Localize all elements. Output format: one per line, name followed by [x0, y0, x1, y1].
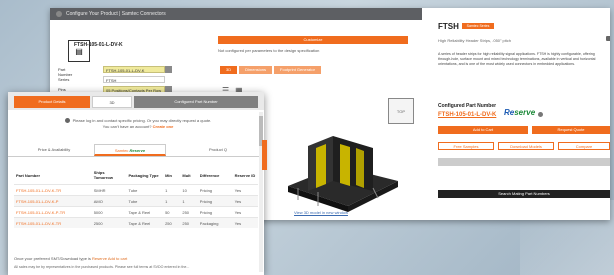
tab-product-details[interactable]: Product Details	[14, 96, 90, 108]
pricing-notice: Please log in and contact specific prici…	[28, 118, 248, 130]
config-note: Not configured per parameters to the des…	[218, 48, 320, 53]
filler-bar	[438, 158, 610, 166]
tab-samtec-reserve[interactable]: Samtec Reserve	[94, 144, 166, 156]
window-titlebar: Configure Your Product | Samtec Connecto…	[50, 8, 422, 20]
table-row[interactable]: FTSH-105-01-L-DV-K-P-TR 5000 Tape & Reel 50…	[14, 206, 258, 218]
table-row[interactable]: FTSH-105-01-L-DV-K-TR 2500 Tape & Reel 250 2…	[14, 217, 258, 228]
reserve-footnote: Once your preferred SMT/Download type is…	[14, 256, 128, 261]
config-value: FTSH-105-01-L-DV-K	[103, 66, 165, 73]
reserve-table: Part Number Ships Tomorrow Packaging Typ…	[14, 166, 258, 228]
table-row[interactable]: FTSH-105-01-L-DV-K-P AMO Tube 1 1 Pricing Yes	[14, 195, 258, 207]
share-icon[interactable]	[606, 36, 610, 41]
configured-label: Configured Part Number	[438, 103, 497, 109]
free-samples-button[interactable]: Free Samples	[438, 142, 494, 150]
tab-3d[interactable]: 3D	[220, 66, 238, 74]
col-header: Mult	[182, 172, 191, 178]
search-mating-button[interactable]: Search Mating Part Numbers	[438, 190, 610, 198]
info-icon[interactable]	[538, 112, 543, 117]
part-number-heading: FTSH-105-01-L-DV-K	[74, 42, 123, 48]
chevron-down-icon	[165, 66, 172, 73]
tab-3d[interactable]: 3D	[92, 96, 132, 108]
tab-footprint[interactable]: Footprint Generator	[274, 66, 321, 74]
tab-dimensions[interactable]: Dimensions	[239, 66, 273, 74]
customize-button[interactable]: Customize	[218, 36, 408, 44]
config-value: FTSH	[103, 76, 165, 83]
add-to-cart-button[interactable]: Add to Cart	[438, 126, 528, 134]
col-header: Packaging Type	[128, 172, 159, 178]
tab-configured-part[interactable]: Configured Part Number	[134, 96, 258, 108]
info-icon	[64, 118, 70, 124]
series-badge: Samtec Series	[462, 23, 494, 29]
request-quote-button[interactable]: Request Quote	[532, 126, 610, 134]
subtabs: Price & Availability Samtec Reserve Prod…	[8, 142, 264, 157]
col-header: Reserve ID	[234, 172, 256, 178]
col-header: Difference	[199, 172, 220, 178]
terms-footnote: All sales may be by representatives in t…	[14, 265, 190, 269]
download-models-button[interactable]: Download Models	[498, 142, 554, 150]
product-title: FTSH	[438, 22, 459, 31]
col-header: Min	[165, 172, 172, 178]
feedback-tab[interactable]	[262, 140, 267, 170]
viewer-tabs: 3D Dimensions Footprint Generator	[220, 66, 321, 74]
product-subtitle: High Reliability Header Strips, .050" pi…	[438, 38, 512, 43]
configured-part-number[interactable]: FTSH-105-01-L-DV-K	[438, 112, 496, 118]
scrollbar[interactable]	[259, 112, 263, 272]
table-header-row: Part Number Ships Tomorrow Packaging Typ…	[14, 166, 258, 185]
tab-price-availability[interactable]: Price & Availability	[22, 144, 86, 156]
create-account-link[interactable]: Create one	[153, 124, 174, 129]
close-icon[interactable]	[56, 10, 62, 17]
samtec-reserve-logo: Reserve	[504, 108, 536, 117]
compare-button[interactable]: Compare	[558, 142, 610, 150]
view-cube[interactable]: TOP	[388, 98, 414, 124]
window-tabs: Product Details 3D Configured Part Numbe…	[8, 92, 264, 110]
product-description: A series of header strips for high relia…	[438, 52, 596, 66]
share-icons	[606, 36, 610, 41]
add-to-cart-link[interactable]: Add to cart	[108, 256, 127, 261]
tab-product-q[interactable]: Product Q	[188, 144, 248, 156]
connector-3d-model[interactable]	[278, 126, 408, 216]
table-row[interactable]: FTSH-105-01-L-DV-K-TR SMHR Tube 1 10 Pricing Y…	[14, 184, 258, 196]
col-header: Part Number	[16, 172, 41, 178]
col-header: Ships Tomorrow	[93, 170, 113, 180]
pricing-window: Product Details 3D Configured Part Numbe…	[8, 92, 264, 275]
view-3d-link[interactable]: View 3D model in new window	[294, 210, 348, 215]
